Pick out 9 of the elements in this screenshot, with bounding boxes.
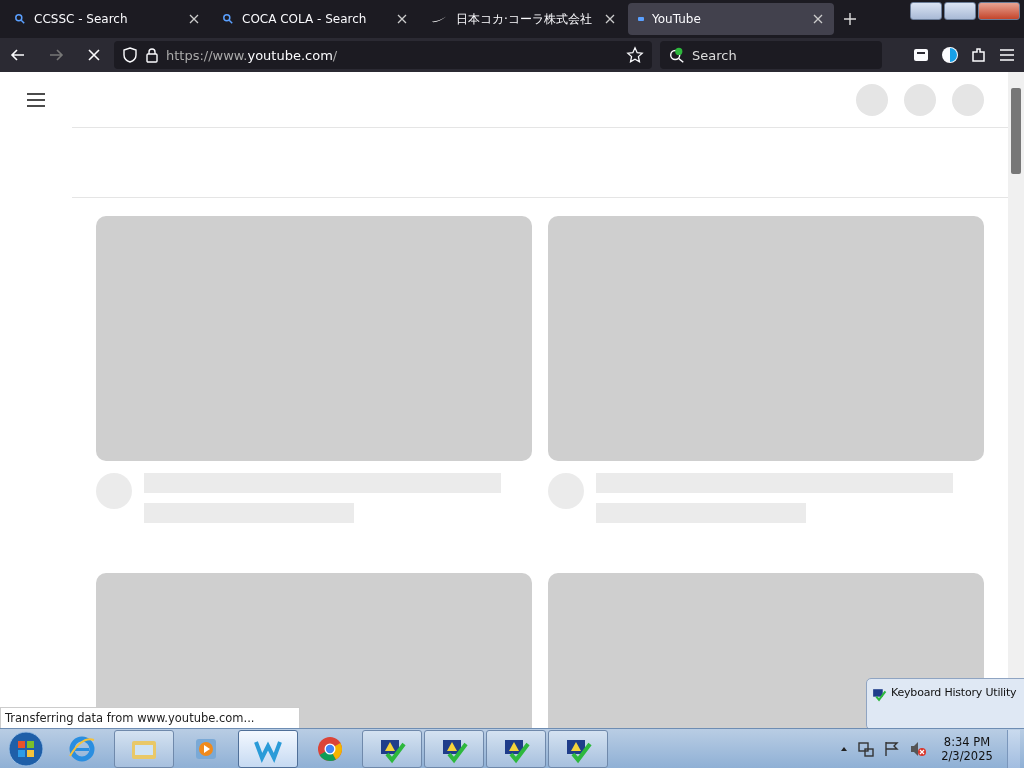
browser-tab[interactable]: COCA COLA - Search — [212, 3, 418, 35]
browser-tab[interactable]: 日本コカ·コーラ株式会社 — [420, 3, 626, 35]
browser-tab[interactable]: YouTube — [628, 3, 834, 35]
popup-window[interactable]: Keyboard History Utility — [866, 678, 1024, 730]
address-bar[interactable]: https://www.youtube.com/ — [114, 41, 652, 69]
status-text: Transferring data from www.youtube.com... — [0, 707, 300, 729]
search-field[interactable]: Search — [660, 41, 882, 69]
clock[interactable]: 8:34 PM 2/3/2025 — [935, 734, 999, 763]
browser-tab[interactable]: CCSSC - Search — [4, 3, 210, 35]
